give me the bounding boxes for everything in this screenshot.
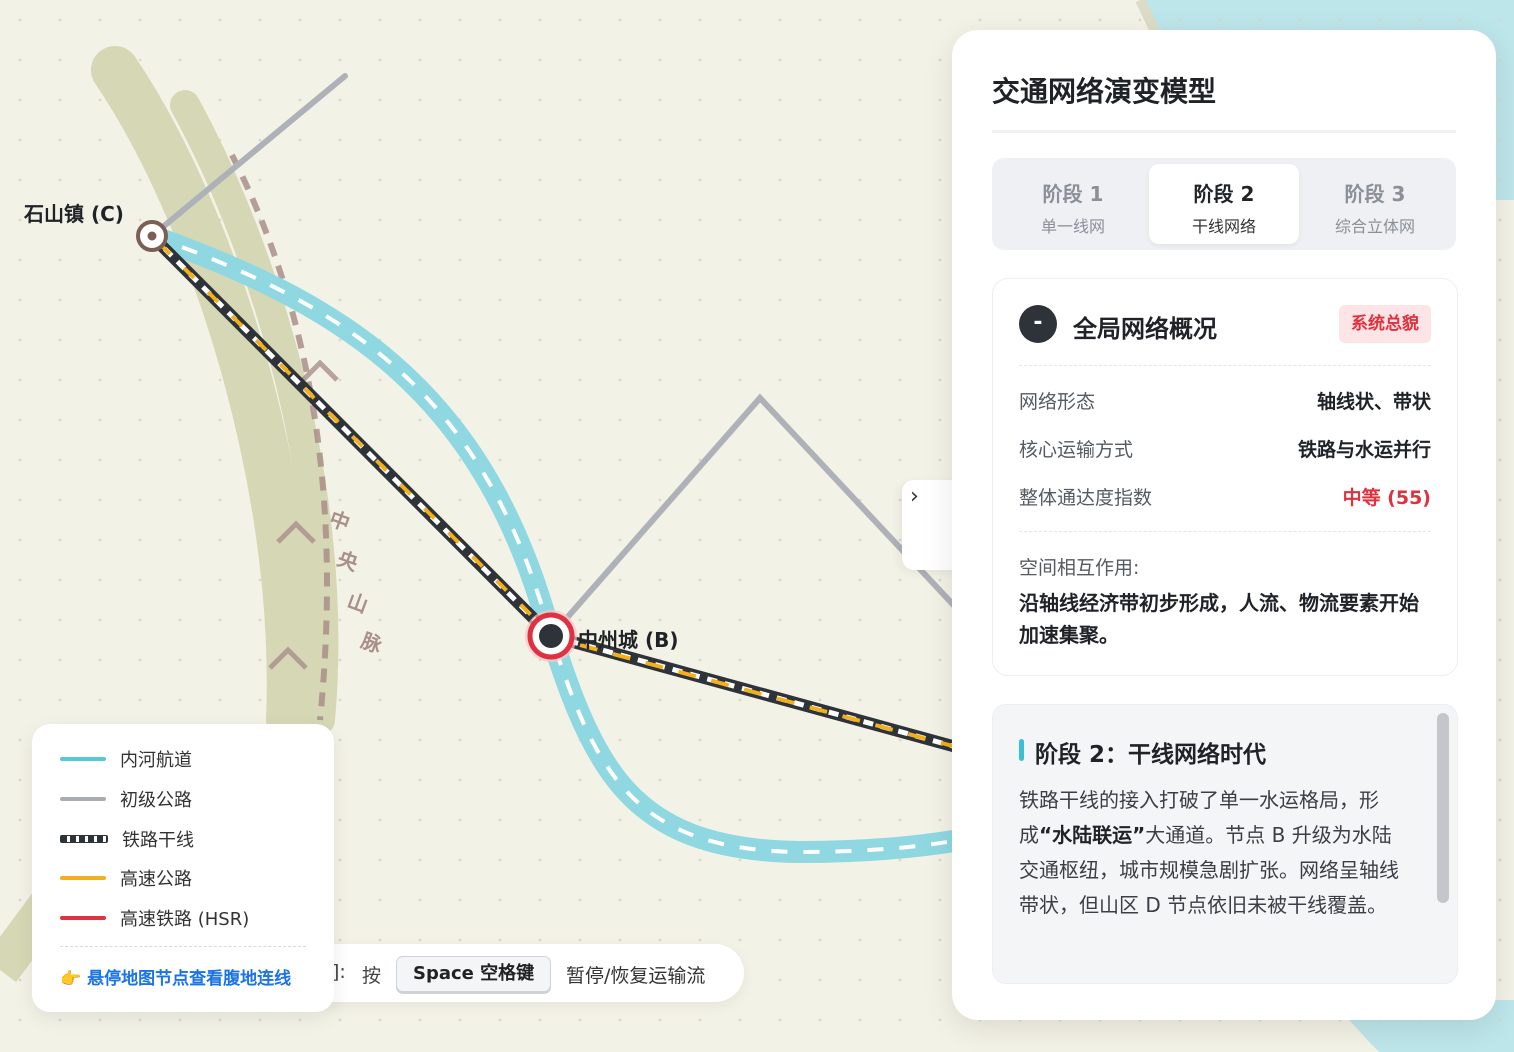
- legend-label: 高速铁路 (HSR): [120, 909, 250, 930]
- overview-row-mode: 核心运输方式 铁路与水运并行: [1019, 435, 1431, 462]
- tab-sublabel: 综合立体网: [1334, 217, 1415, 236]
- tab-stage-1[interactable]: 阶段 1 单一线网: [998, 164, 1148, 244]
- overview-divider: [1019, 531, 1431, 532]
- hsr-swatch-icon: [60, 916, 106, 920]
- title-divider: [992, 130, 1456, 133]
- collapse-minus-icon[interactable]: -: [1019, 305, 1057, 343]
- row-value: 轴线状、带状: [1316, 391, 1431, 413]
- legend-divider: [60, 946, 306, 947]
- legend-item-highway: 高速公路: [60, 865, 192, 891]
- network-overview-card: - 全局网络概况 系统总貌 网络形态 轴线状、带状 核心运输方式 铁路与水运并行…: [992, 278, 1458, 676]
- row-key: 整体通达度指数: [1019, 487, 1153, 509]
- tab-sublabel: 干线网络: [1191, 217, 1256, 236]
- status-badge: 系统总貌: [1339, 305, 1431, 343]
- row-key: 网络形态: [1019, 391, 1096, 413]
- map-legend: 内河航道 初级公路 铁路干线 高速公路 高速铁路 (HSR) 👉 悬停地图节点查…: [32, 724, 334, 1012]
- tab-stage-3[interactable]: 阶段 3 综合立体网: [1300, 164, 1450, 244]
- legend-label: 内河航道: [120, 750, 192, 771]
- interaction-text: 沿轴线经济带初步形成，人流、物流要素开始加速集聚。: [1019, 591, 1419, 647]
- rail-swatch-icon: [60, 835, 108, 843]
- row-value: 中等 (55): [1342, 487, 1431, 509]
- overview-row-accessibility: 整体通达度指数 中等 (55): [1019, 483, 1431, 510]
- tab-label: 阶段 3: [1344, 182, 1406, 206]
- tab-stage-2[interactable]: 阶段 2 干线网络: [1149, 164, 1299, 244]
- highway-swatch-icon: [60, 876, 106, 880]
- keyboard-tip-bar: ]: 按 Space 空格键 暂停/恢复运输流: [300, 944, 744, 1002]
- row-key: 核心运输方式: [1019, 439, 1134, 461]
- legend-label: 高速公路: [120, 869, 192, 890]
- tab-label: 阶段 2: [1193, 182, 1255, 206]
- row-value: 铁路与水运并行: [1297, 439, 1431, 461]
- river-swatch-icon: [60, 757, 106, 761]
- overview-divider: [1019, 365, 1431, 366]
- legend-item-rail: 铁路干线: [60, 826, 194, 852]
- legend-hover-hint: 👉 悬停地图节点查看腹地连线: [60, 969, 292, 989]
- legend-item-hsr: 高速铁路 (HSR): [60, 905, 249, 931]
- interaction-label: 空间相互作用:: [1019, 557, 1140, 579]
- chevron-right-icon: ›: [910, 484, 919, 509]
- stage-description-card: 阶段 2：干线网络时代 铁路干线的接入打破了单一水运格局，形成“水陆联运”大通道…: [992, 704, 1458, 984]
- stage-description-title: 阶段 2：干线网络时代: [1035, 742, 1267, 768]
- space-key-badge: Space 空格键: [396, 956, 552, 992]
- node-c-label: 石山镇 (C): [24, 202, 124, 226]
- node-b-marker[interactable]: [525, 610, 577, 662]
- stage-tabs: 阶段 1 单一线网 阶段 2 干线网络 阶段 3 综合立体网: [992, 158, 1456, 250]
- legend-label: 初级公路: [120, 790, 192, 811]
- road-swatch-icon: [60, 797, 106, 801]
- node-b-label: 中州城 (B): [578, 628, 679, 652]
- legend-item-road: 初级公路: [60, 786, 192, 812]
- node-c-marker[interactable]: [136, 220, 168, 252]
- tab-sublabel: 单一线网: [1040, 217, 1105, 236]
- tip-action-label: 暂停/恢复运输流: [566, 965, 706, 987]
- tip-press-label: 按: [362, 965, 382, 987]
- legend-label: 铁路干线: [122, 830, 194, 851]
- overview-row-form: 网络形态 轴线状、带状: [1019, 387, 1431, 414]
- stage-description-text: 铁路干线的接入打破了单一水运格局，形成“水陆联运”大通道。节点 B 升级为水陆交…: [1019, 788, 1399, 917]
- legend-item-river: 内河航道: [60, 746, 192, 772]
- tab-label: 阶段 1: [1042, 182, 1104, 206]
- info-panel: 交通网络演变模型 阶段 1 单一线网 阶段 2 干线网络 阶段 3 综合立体网 …: [952, 30, 1496, 1020]
- tip-prefix: ]:: [332, 961, 346, 983]
- accent-bar: [1019, 739, 1024, 761]
- scrollbar-thumb[interactable]: [1437, 713, 1449, 903]
- panel-title: 交通网络演变模型: [992, 75, 1217, 108]
- overview-title: 全局网络概况: [1073, 315, 1217, 343]
